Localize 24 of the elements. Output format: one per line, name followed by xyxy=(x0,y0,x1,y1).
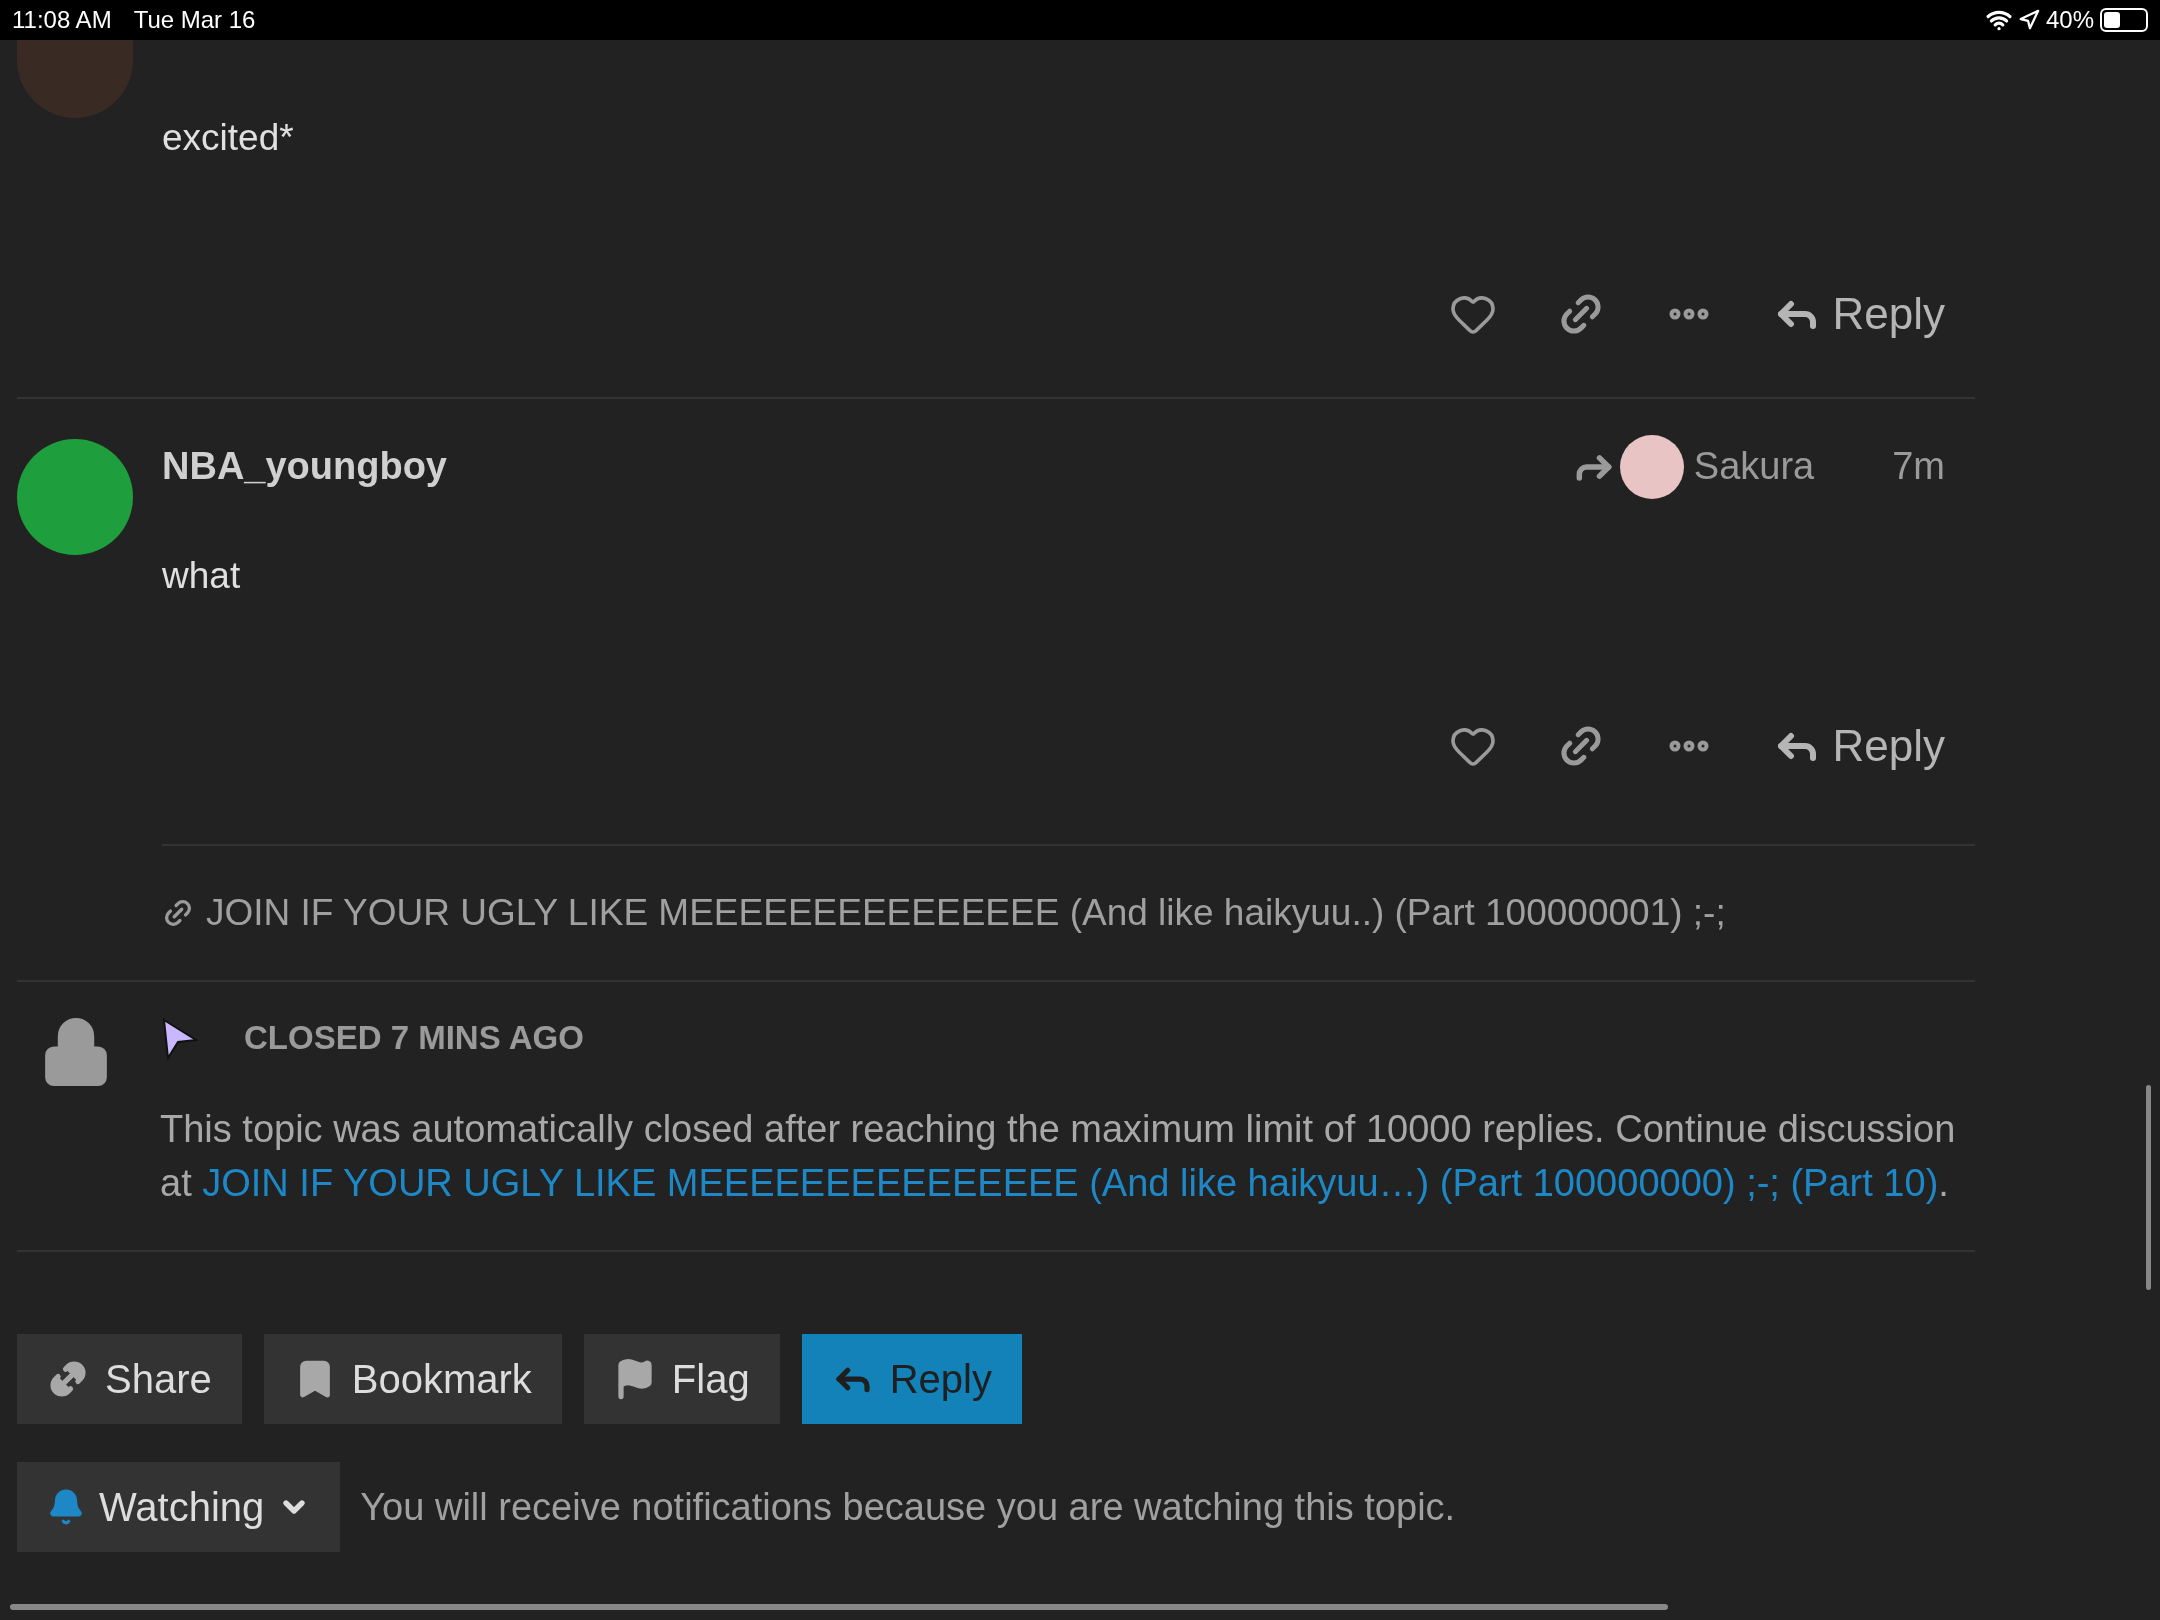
location-icon xyxy=(2017,9,2040,31)
bookmark-button[interactable]: Bookmark xyxy=(263,1334,562,1424)
battery-icon xyxy=(2100,8,2148,32)
bell-icon xyxy=(47,1488,85,1526)
reply-button[interactable]: Reply xyxy=(801,1334,1022,1424)
closed-title: CLOSED 7 MINS AGO xyxy=(244,1018,584,1059)
linked-topic-link[interactable]: JOIN IF YOUR UGLY LIKE MEEEEEEEEEEEEEEE (And like haikyuu..) (Part 100000001) ;-; xyxy=(206,885,1726,941)
post-text: what xyxy=(162,553,242,598)
username[interactable]: NBA_youngboy xyxy=(162,438,447,495)
cursor-icon xyxy=(160,1016,200,1060)
post-time[interactable]: 7m xyxy=(1892,438,1945,495)
reply-button[interactable]: Reply xyxy=(1772,280,1945,347)
reply-button[interactable]: Reply xyxy=(1772,713,1945,779)
watching-dropdown[interactable]: Watching xyxy=(17,1462,341,1552)
battery-percent: 40% xyxy=(2045,5,2094,35)
post-text: excited* xyxy=(162,116,295,160)
share-button[interactable]: Share xyxy=(17,1334,242,1424)
topic-link[interactable]: JOIN IF YOUR UGLY LIKE MEEEEEEEEEEEEEEE (And like haikyuu…) (Part 100000000) ;-; (Part 10) xyxy=(202,1162,1939,1204)
closed-message: This topic was automatically closed after reaching the maximum limit of 10000 replies. Continue discussion at JOIN IF YOUR UGLY LIKE MEEEEEEEEEEEEEEE (And like haikyuu…) (Part 100000000) ;-; (Part 10). xyxy=(160,1107,1957,1206)
reply-to-username[interactable]: Sakura xyxy=(1693,438,1815,495)
status-date: Tue Mar 16 xyxy=(133,5,256,35)
notification-description: You will receive notifications because you are watching this topic. xyxy=(360,1484,1456,1530)
flag-button[interactable]: Flag xyxy=(583,1334,780,1424)
status-time: 11:08 AM xyxy=(12,5,112,35)
